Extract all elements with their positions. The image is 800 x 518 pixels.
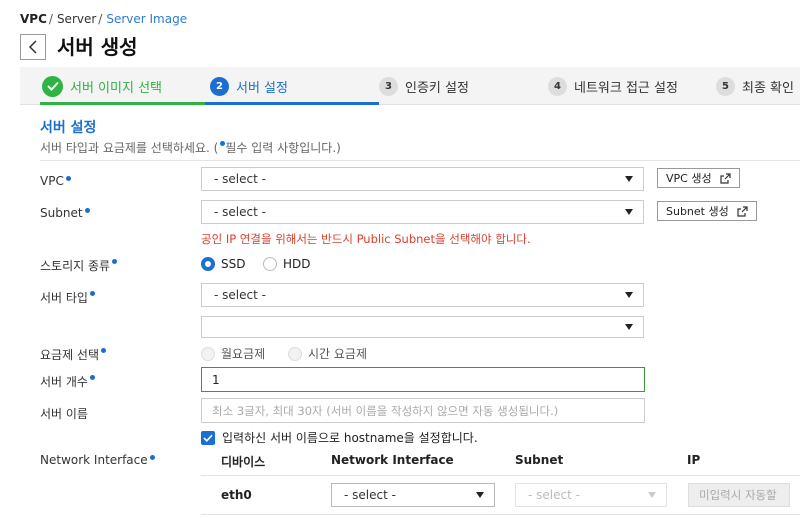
check-icon bbox=[42, 75, 63, 97]
breadcrumb-separator: / bbox=[48, 12, 53, 26]
caret-down-icon bbox=[476, 492, 484, 498]
subnet-label: Subnet bbox=[40, 206, 90, 220]
section-description: 서버 타입과 요금제를 선택하세요. (필수 입력 사항입니다.) bbox=[40, 141, 341, 155]
server-spec-select[interactable] bbox=[201, 316, 644, 338]
plan-hourly-radio[interactable]: 시간 요금제 bbox=[288, 345, 367, 362]
storage-hdd-radio[interactable]: HDD bbox=[263, 257, 311, 271]
required-dot-icon bbox=[112, 259, 118, 264]
radio-circle bbox=[263, 257, 277, 271]
hostname-checkbox[interactable]: 입력하신 서버 이름으로 hostname을 설정합니다. bbox=[201, 429, 478, 446]
divider bbox=[40, 160, 800, 161]
step-number: 2 bbox=[210, 76, 229, 96]
step-label: 네트워크 접근 설정 bbox=[574, 80, 678, 96]
plan-label: 요금제 선택 bbox=[40, 346, 107, 363]
caret-down-icon bbox=[625, 324, 633, 330]
caret-down-icon bbox=[625, 292, 633, 298]
step-number: 4 bbox=[548, 76, 567, 96]
external-link-icon bbox=[737, 205, 748, 217]
device-name: eth0 bbox=[221, 488, 252, 502]
step-indicator: 서버 이미지 선택 2 서버 설정 3 인증키 설정 4 네트워크 접근 설정 … bbox=[20, 67, 800, 105]
required-dot-icon bbox=[89, 375, 95, 380]
column-header-subnet: Subnet bbox=[515, 453, 564, 467]
step-label: 최종 확인 bbox=[742, 80, 794, 96]
required-dot-icon bbox=[65, 176, 71, 181]
page-title: 서버 생성 bbox=[57, 35, 138, 59]
storage-label: 스토리지 종류 bbox=[40, 257, 118, 274]
caret-down-icon bbox=[625, 176, 633, 182]
radio-circle bbox=[201, 257, 215, 271]
ni-subnet-select[interactable]: - select - bbox=[515, 483, 667, 507]
required-dot-icon bbox=[149, 455, 155, 460]
step-server-image[interactable]: 서버 이미지 선택 bbox=[42, 67, 162, 105]
ip-auto-button[interactable]: 미입력시 자동할 bbox=[688, 483, 790, 507]
caret-down-icon bbox=[648, 492, 656, 498]
breadcrumb-server[interactable]: Server bbox=[57, 12, 96, 26]
back-button[interactable] bbox=[20, 34, 46, 60]
step-server-settings[interactable]: 2 서버 설정 bbox=[210, 67, 288, 105]
breadcrumb: VPC / Server / Server Image bbox=[20, 12, 187, 26]
required-dot-icon bbox=[84, 208, 90, 213]
radio-circle bbox=[201, 346, 215, 361]
vpc-select[interactable]: - select - bbox=[201, 167, 644, 191]
breadcrumb-vpc[interactable]: VPC bbox=[20, 12, 47, 26]
step-number: 5 bbox=[716, 76, 735, 96]
plan-monthly-radio[interactable]: 월요금제 bbox=[201, 345, 265, 362]
subnet-select[interactable]: - select - bbox=[201, 200, 644, 224]
required-dot-icon bbox=[101, 348, 107, 353]
external-link-icon bbox=[719, 172, 731, 184]
step-final-confirm[interactable]: 5 최종 확인 bbox=[716, 67, 794, 105]
server-name-input[interactable]: 최소 3글자, 최대 30자 (서버 이름을 작성하지 않으면 자동 생성됩니다… bbox=[201, 398, 645, 423]
create-subnet-button[interactable]: Subnet 생성 bbox=[657, 201, 757, 221]
create-vpc-button[interactable]: VPC 생성 bbox=[657, 168, 740, 188]
column-header-interface: Network Interface bbox=[331, 453, 454, 467]
radio-circle bbox=[288, 346, 302, 361]
column-header-ip: IP bbox=[687, 453, 701, 467]
vpc-label: VPC bbox=[40, 174, 71, 188]
server-type-label: 서버 타입 bbox=[40, 289, 95, 306]
caret-down-icon bbox=[625, 209, 633, 215]
required-dot-icon bbox=[89, 291, 95, 296]
divider bbox=[201, 514, 800, 515]
server-type-select[interactable]: - select - bbox=[201, 283, 644, 307]
server-settings-panel: 서버 설정 서버 타입과 요금제를 선택하세요. (필수 입력 사항입니다.) … bbox=[20, 106, 800, 518]
storage-ssd-radio[interactable]: SSD bbox=[201, 257, 245, 271]
step-progress-done bbox=[40, 102, 205, 105]
check-icon bbox=[201, 430, 215, 445]
divider bbox=[201, 475, 800, 476]
section-title: 서버 설정 bbox=[40, 120, 97, 136]
subnet-warning: 공인 IP 연결을 위해서는 반드시 Public Subnet을 선택해야 합… bbox=[201, 232, 531, 246]
server-count-label: 서버 개수 bbox=[40, 373, 95, 390]
server-count-input[interactable]: 1 bbox=[201, 367, 645, 392]
step-auth-key[interactable]: 3 인증키 설정 bbox=[379, 67, 469, 105]
step-progress-active bbox=[205, 102, 379, 105]
step-label: 서버 설정 bbox=[236, 80, 288, 96]
network-interface-label: Network Interface bbox=[40, 453, 155, 467]
breadcrumb-separator: / bbox=[98, 12, 103, 26]
network-interface-select[interactable]: - select - bbox=[331, 483, 495, 507]
server-name-label: 서버 이름 bbox=[40, 407, 88, 421]
step-label: 서버 이미지 선택 bbox=[70, 80, 162, 96]
step-number: 3 bbox=[379, 76, 398, 96]
chevron-left-icon bbox=[28, 40, 37, 54]
step-label: 인증키 설정 bbox=[405, 80, 469, 96]
column-header-device: 디바이스 bbox=[221, 455, 266, 469]
breadcrumb-server-image[interactable]: Server Image bbox=[106, 12, 187, 26]
step-network-access[interactable]: 4 네트워크 접근 설정 bbox=[548, 67, 678, 105]
